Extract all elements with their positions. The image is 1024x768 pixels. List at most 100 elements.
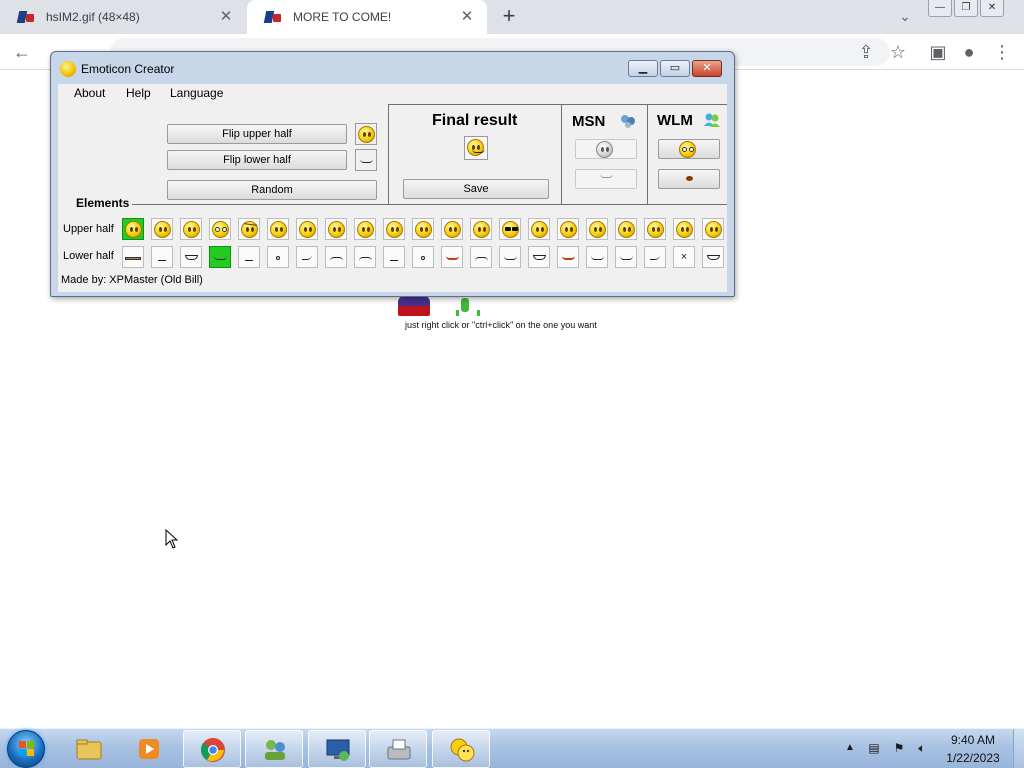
share-icon[interactable]: ⇪ xyxy=(854,40,878,64)
upper-half-element[interactable] xyxy=(238,218,260,240)
start-button[interactable] xyxy=(7,730,45,768)
taskbar-explorer[interactable] xyxy=(60,730,118,768)
menu-help[interactable]: Help xyxy=(120,86,157,100)
kebab-menu-icon[interactable]: ⋮ xyxy=(990,40,1014,64)
upper-half-element[interactable] xyxy=(209,218,231,240)
lower-half-element[interactable] xyxy=(586,246,608,268)
bookmark-star-icon[interactable]: ☆ xyxy=(886,40,910,64)
lower-half-element[interactable]: × xyxy=(673,246,695,268)
upper-half-element[interactable] xyxy=(296,218,318,240)
tray-volume-icon[interactable]: 🔈︎ xyxy=(914,741,930,755)
taskbar-network-users[interactable] xyxy=(245,730,303,768)
taskbar-media-player[interactable] xyxy=(120,730,178,768)
upper-face-normal-icon xyxy=(299,221,316,238)
lower-mouth-cig-icon xyxy=(125,257,141,260)
menu-about[interactable]: About xyxy=(68,86,111,100)
save-button[interactable]: Save xyxy=(403,179,549,199)
upper-half-element[interactable] xyxy=(267,218,289,240)
back-arrow-icon[interactable]: ← xyxy=(10,40,34,64)
upper-half-element[interactable] xyxy=(586,218,608,240)
upper-face-normal-icon xyxy=(647,221,664,238)
lower-half-element[interactable] xyxy=(354,246,376,268)
wlm-upper-button[interactable] xyxy=(658,139,720,159)
lower-half-element[interactable] xyxy=(615,246,637,268)
upper-half-element[interactable] xyxy=(325,218,347,240)
random-button[interactable]: Random xyxy=(167,180,377,200)
lower-half-element[interactable] xyxy=(528,246,550,268)
tab-close-icon[interactable]: ✕ xyxy=(218,9,234,25)
browser-minimize-button[interactable]: — xyxy=(928,0,952,17)
upper-half-element[interactable] xyxy=(151,218,173,240)
taskbar-chrome[interactable] xyxy=(183,730,241,768)
menu-language[interactable]: Language xyxy=(164,86,229,100)
browser-close-button[interactable]: ✕ xyxy=(980,0,1004,17)
upper-half-element[interactable] xyxy=(499,218,521,240)
side-panel-icon[interactable]: ▣ xyxy=(926,40,950,64)
browser-restore-button[interactable]: ❐ xyxy=(954,0,978,17)
browser-tab-more-to-come[interactable]: MORE TO COME! ✕ xyxy=(247,0,487,34)
lower-mouth-frown-icon xyxy=(330,257,343,261)
character-figure-image xyxy=(398,296,430,316)
wlm-lower-button[interactable] xyxy=(658,169,720,189)
lower-half-element[interactable] xyxy=(238,246,260,268)
upper-half-element[interactable] xyxy=(615,218,637,240)
msn-upper-button[interactable] xyxy=(575,139,637,159)
lower-half-element[interactable] xyxy=(267,246,289,268)
maximize-button[interactable]: ▭ xyxy=(660,60,690,77)
lower-half-element[interactable] xyxy=(325,246,347,268)
upper-half-element[interactable] xyxy=(412,218,434,240)
maximize-icon: ▭ xyxy=(669,62,681,74)
lower-mouth-flat-icon xyxy=(390,257,398,261)
lower-mouth-teeth-icon xyxy=(533,255,546,260)
upper-half-element[interactable] xyxy=(557,218,579,240)
upper-face-normal-icon xyxy=(705,221,722,238)
page-hint-text: just right click or "ctrl+click" on the … xyxy=(405,320,597,330)
lower-half-element[interactable] xyxy=(151,246,173,268)
clock-date[interactable]: 1/22/2023 xyxy=(940,751,1006,765)
close-button[interactable]: ✕ xyxy=(692,60,722,77)
lower-half-element[interactable] xyxy=(122,246,144,268)
upper-half-element[interactable] xyxy=(644,218,666,240)
lower-half-element[interactable] xyxy=(412,246,434,268)
flip-upper-half-button[interactable]: Flip upper half xyxy=(167,124,347,144)
lower-half-element[interactable] xyxy=(441,246,463,268)
upper-half-element[interactable] xyxy=(441,218,463,240)
lower-half-element[interactable] xyxy=(499,246,521,268)
lower-half-element[interactable] xyxy=(702,246,724,268)
show-desktop-button[interactable] xyxy=(1013,729,1024,768)
upper-half-element[interactable] xyxy=(354,218,376,240)
msn-lower-button[interactable] xyxy=(575,169,637,189)
tab-close-icon[interactable]: ✕ xyxy=(459,9,475,25)
tray-show-hidden-icon[interactable]: ▲ xyxy=(845,742,855,753)
tray-network-icon[interactable]: ▤ xyxy=(866,741,882,755)
upper-half-element[interactable] xyxy=(383,218,405,240)
taskbar-fax[interactable] xyxy=(369,730,427,768)
upper-half-element[interactable] xyxy=(528,218,550,240)
upper-face-normal-icon xyxy=(183,221,200,238)
upper-half-element[interactable] xyxy=(673,218,695,240)
upper-half-element[interactable] xyxy=(180,218,202,240)
upper-half-element[interactable] xyxy=(122,218,144,240)
lower-half-element[interactable] xyxy=(470,246,492,268)
flip-lower-half-button[interactable]: Flip lower half xyxy=(167,150,347,170)
lower-half-element[interactable] xyxy=(209,246,231,268)
taskbar-emoticon-creator[interactable] xyxy=(432,730,490,768)
window-client-area: About Help Language Flip upper half Flip… xyxy=(58,84,727,292)
lower-half-element[interactable] xyxy=(557,246,579,268)
tab-search-chevron-icon[interactable]: ⌄ xyxy=(896,8,914,26)
profile-avatar-icon[interactable]: ● xyxy=(957,40,981,64)
upper-half-element[interactable] xyxy=(702,218,724,240)
taskbar-remote-desktop[interactable] xyxy=(308,730,366,768)
new-tab-button[interactable]: + xyxy=(499,5,519,27)
minimize-button[interactable]: ▁ xyxy=(628,60,658,77)
upper-half-element[interactable] xyxy=(470,218,492,240)
browser-tab-hsim2[interactable]: hsIM2.gif (48×48) ✕ xyxy=(0,0,246,34)
lower-half-element[interactable] xyxy=(180,246,202,268)
lower-half-element[interactable] xyxy=(644,246,666,268)
lower-half-element[interactable] xyxy=(296,246,318,268)
lower-half-element[interactable] xyxy=(383,246,405,268)
tray-action-center-icon[interactable]: ⚑ xyxy=(891,741,907,755)
window-titlebar[interactable]: Emoticon Creator ▁ ▭ ✕ xyxy=(51,52,734,84)
tab-title: hsIM2.gif (48×48) xyxy=(46,10,140,24)
clock-time[interactable]: 9:40 AM xyxy=(940,733,1006,747)
